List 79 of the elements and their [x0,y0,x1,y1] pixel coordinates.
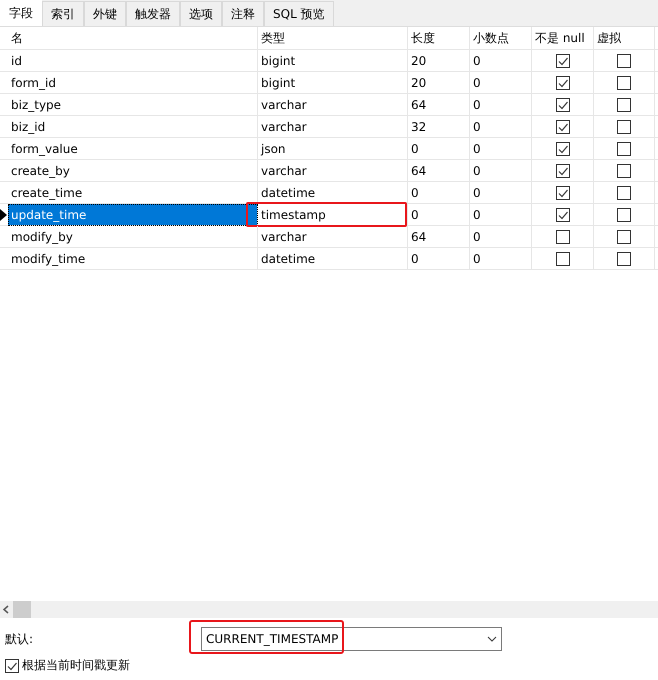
checkbox[interactable] [617,76,631,90]
column-header: 虚拟 [594,27,655,50]
checkbox[interactable] [617,164,631,178]
table-cell: 0 [470,182,532,204]
tab[interactable]: 字段 [0,0,42,26]
checkbox[interactable] [556,76,570,90]
checkbox[interactable] [556,120,570,134]
checkbox-label: 根据当前时间戳更新 [22,657,130,674]
tab[interactable]: 注释 [222,1,264,26]
column-header: 小数点 [470,27,532,50]
default-label: 默认: [5,630,34,648]
checkbox[interactable] [617,186,631,200]
table-cell: 0 [408,248,470,270]
table-cell: modify_by [8,226,258,248]
tab[interactable]: SQL 预览 [264,1,334,26]
table-cell: datetime [258,182,408,204]
checkbox[interactable] [556,208,570,222]
checkbox[interactable] [556,164,570,178]
tab[interactable]: 外键 [84,1,126,26]
table-cell: modify_time [8,248,258,270]
checkbox[interactable] [617,252,631,266]
table-cell: varchar [258,160,408,182]
table-cell: form_value [8,138,258,160]
table-cell: form_id [8,72,258,94]
table-cell: 0 [408,182,470,204]
column-header: 长度 [408,27,470,50]
checkbox[interactable] [556,186,570,200]
checkbox[interactable] [617,142,631,156]
table-cell: id [8,50,258,72]
checkbox[interactable] [617,208,631,222]
table-cell: varchar [258,226,408,248]
table-cell: 0 [470,248,532,270]
column-header: 名 [8,27,258,50]
checkbox[interactable] [556,230,570,244]
table-cell: update_time [8,204,258,226]
table-cell: json [258,138,408,160]
table-cell: 64 [408,226,470,248]
table-cell: create_by [8,160,258,182]
table-cell: bigint [258,72,408,94]
table-cell: 0 [470,138,532,160]
table-cell: biz_id [8,116,258,138]
table-cell: varchar [258,116,408,138]
table-cell: timestamp [258,204,408,226]
table-cell: 0 [470,160,532,182]
table-cell: bigint [258,50,408,72]
table-cell: 32 [408,116,470,138]
table-cell: 0 [408,204,470,226]
row-pointer-icon [0,208,7,220]
table-cell: 20 [408,72,470,94]
table-cell: 0 [470,50,532,72]
table-cell: varchar [258,94,408,116]
checkbox[interactable] [617,54,631,68]
checkbox[interactable] [556,54,570,68]
table-cell: 0 [470,204,532,226]
table-cell: datetime [258,248,408,270]
column-header: 不是 null [532,27,594,50]
chevron-down-icon [487,636,497,642]
checkbox[interactable] [617,120,631,134]
tab[interactable]: 触发器 [126,1,180,26]
table-cell: 0 [470,116,532,138]
table-cell: 64 [408,94,470,116]
checkbox[interactable] [617,230,631,244]
column-header: 类型 [258,27,408,50]
checkbox[interactable] [556,252,570,266]
table-cell: 0 [470,226,532,248]
table-cell: biz_type [8,94,258,116]
checkbox[interactable] [556,142,570,156]
checkbox[interactable] [5,658,19,672]
default-dropdown[interactable]: CURRENT_TIMESTAMP [201,627,502,651]
table-cell: 20 [408,50,470,72]
checkbox[interactable] [556,98,570,112]
checkbox[interactable] [617,98,631,112]
table-cell: 0 [470,72,532,94]
tab[interactable]: 索引 [42,1,84,26]
table-cell: 64 [408,160,470,182]
table-cell: 0 [408,138,470,160]
scrollbar-thumb[interactable] [13,601,31,618]
tab[interactable]: 选项 [180,1,222,26]
table-cell: 0 [470,94,532,116]
